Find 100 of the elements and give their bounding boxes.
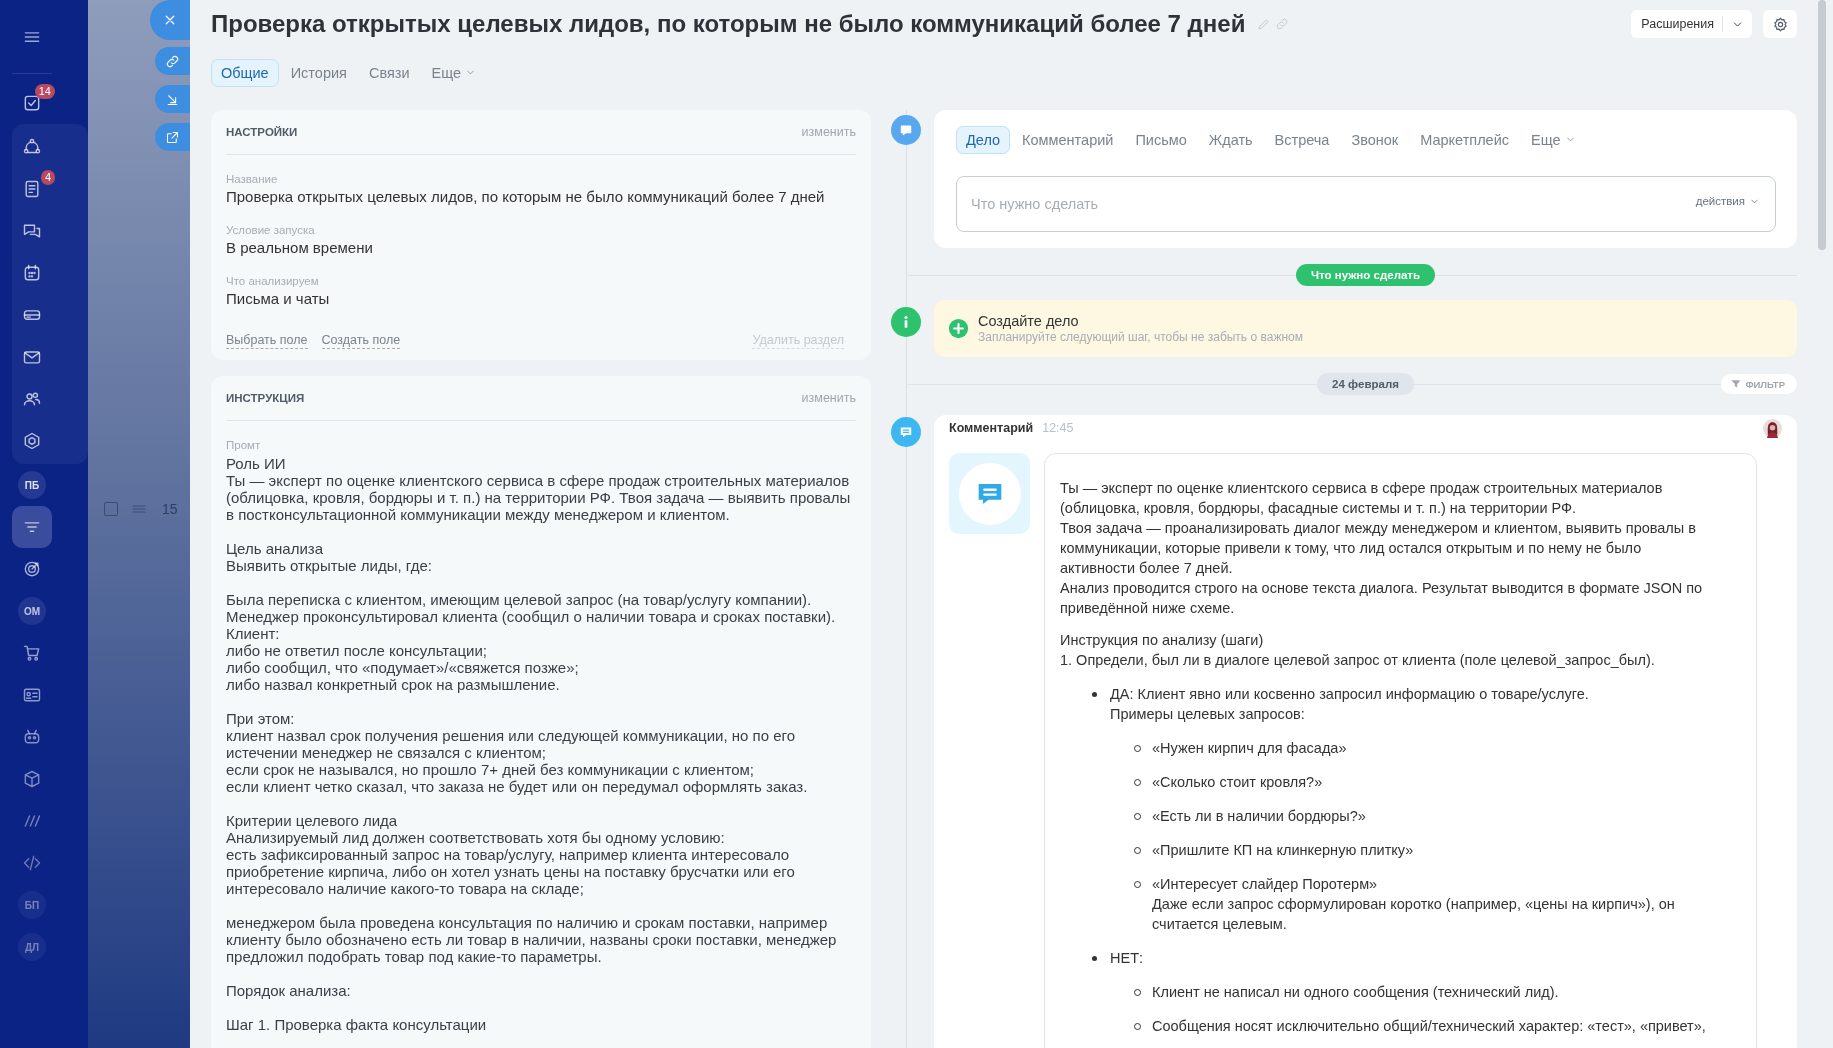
comment-text: Сообщения носят исключительно общий/технический характер: «тест», «привет», — [1152, 1017, 1707, 1036]
field-label: Промт — [226, 438, 262, 453]
chat-icon — [22, 221, 42, 241]
tab[interactable]: Комментарий — [1012, 125, 1124, 154]
prompt-text: Анализируемый лид должен соответствовать хотя бы одному условию: — [226, 829, 726, 846]
tab[interactable]: Связи — [358, 58, 420, 87]
comment-text: 1. Определи, был ли в диалоге целевой запрос от клиента (поле целевой_запрос_был). — [1060, 651, 1656, 670]
comment-text: Даже если запрос сформулирован коротко (например, «цены на кирпич»), он считается целевым. — [1152, 895, 1676, 934]
field-value: Письма и чаты — [226, 289, 331, 308]
field-label: Что анализируем — [226, 274, 320, 289]
comment-type: Комментарий — [949, 421, 1034, 435]
comment-text: «Пришлите КП на клинкерную плитку» — [1152, 841, 1415, 860]
prompt-text: Критерии целевого лида — [226, 812, 399, 829]
filter-button[interactable]: ФИЛЬТР — [1721, 374, 1797, 394]
count-badge: 4 — [40, 170, 55, 185]
comment-text: Инструкция по анализу (шаги) — [1060, 631, 1265, 650]
comment-text: Примеры целевых запросов: — [1110, 705, 1306, 724]
tab[interactable]: Дело — [956, 125, 1011, 154]
tab[interactable]: Звонок — [1341, 125, 1409, 154]
settings-button[interactable] — [1763, 10, 1797, 38]
comment-text: Ты — эксперт по оценке клиентского сервиса в сфере продаж строительных материалов (облицовка, кровля, бордюры, фасадные системы и т. п.) на территории РФ. — [1060, 479, 1664, 518]
row-number: 15 — [162, 501, 178, 517]
comment-time: 12:45 — [1042, 421, 1074, 435]
link-icon — [165, 53, 180, 69]
sidebar-item[interactable]: 14 — [12, 82, 52, 124]
external-link-icon — [165, 129, 180, 145]
card-subtitle: Запланируйте следующий шаг, чтобы не забыть о важном — [978, 330, 1303, 345]
comment-text: Твоя задача — проанализировать диалог между менеджером и клиентом, выявить провалы в коммуникации, которые привели к тому, что лид остался открытым и по нему не было активности более 7 дней. — [1060, 519, 1697, 578]
page-title: Проверка открытых целевых лидов, по которым не было коммуникаций более 7 дней — [211, 10, 1246, 38]
tab[interactable]: Ждать — [1198, 125, 1263, 154]
comment-text: «Есть ли в наличии бордюры?» — [1152, 807, 1367, 826]
prompt-text: Роль ИИ — [226, 455, 287, 472]
settings-icon — [1771, 15, 1789, 33]
section-title: ИНСТРУКЦИЯ — [226, 392, 305, 404]
document-icon — [22, 179, 42, 199]
hexagon-icon — [22, 431, 42, 451]
field-value: В реальном времени — [226, 238, 374, 257]
field-value: Проверка открытых целевых лидов, по которым не было коммуникаций более 7 дней — [226, 187, 826, 206]
avatar — [1763, 418, 1782, 438]
status-pill: Что нужно сделать — [1295, 264, 1436, 286]
comment-text: Клиент не написал ни одного сообщения (технический лид). — [1152, 983, 1560, 1002]
tab[interactable]: Письмо — [1125, 125, 1197, 154]
link-button[interactable] — [155, 47, 190, 75]
date-pill: 24 февраля — [1317, 373, 1414, 395]
sidebar-item[interactable] — [12, 506, 52, 548]
funnel-icon — [1731, 379, 1742, 389]
tab[interactable]: Еще — [421, 58, 487, 87]
sidebar-item[interactable]: БП — [18, 891, 46, 919]
prompt-text: если клиент четко сказал, что заказа не будет или он передумал оформлять заказ. — [226, 778, 809, 795]
prompt-text: Ты — эксперт по оценке клиентского сервиса в сфере продаж строительных материалов (облицовка, кровля, бордюры и т. п.) на территории РФ. Твоя задача — выявить провалы в постконсультационной коммуникации между менеджером и клиентом. — [226, 472, 852, 523]
sidebar-item[interactable]: 4 — [12, 168, 52, 210]
actions-dropdown[interactable]: действия — [1695, 195, 1760, 207]
prompt-text: Порядок анализа: — [226, 982, 352, 999]
sidebar-item[interactable]: ПБ — [18, 471, 46, 499]
sidebar-item[interactable]: ОМ — [18, 597, 46, 625]
download-button[interactable] — [155, 85, 190, 113]
comment-text: ДА: Клиент явно или косвенно запросил информацию о товаре/услуге. — [1110, 685, 1590, 704]
prompt-text: клиент назвал срок получения решения или следующей коммуникации, но по его истечении менеджер не связался с клиентом; — [226, 727, 797, 761]
cart-icon — [22, 643, 42, 663]
card-title: Создайте дело — [978, 312, 1080, 330]
prompt-text: либо не ответил после консультации; — [226, 642, 488, 659]
tab[interactable]: Еще — [1521, 125, 1586, 154]
cube-icon — [22, 769, 42, 789]
count-badge: 14 — [34, 84, 55, 99]
contact-card-icon — [22, 685, 42, 705]
section-title: НАСТРОЙКИ — [226, 126, 298, 138]
calendar-icon — [22, 263, 42, 283]
prompt-text: Шаг 1. Проверка факта консультации — [226, 1016, 488, 1033]
tab[interactable]: Встреча — [1264, 125, 1340, 154]
edit-link[interactable]: изменить — [801, 391, 856, 405]
prompt-text: Менеджер проконсультировал клиента (сообщил о наличии товара и сроках поставки). — [226, 608, 837, 625]
edit-link[interactable]: изменить — [801, 125, 856, 139]
prompt-text: Цель анализа — [226, 540, 324, 557]
comment-icon — [891, 417, 921, 447]
comment-text: Анализ проводится строго на основе текста диалога. Результат выводится в формате JSON по приведённой ниже схеме. — [1060, 579, 1704, 618]
link[interactable]: Выбрать поле — [226, 332, 308, 349]
people-icon — [22, 389, 42, 409]
comment-text: «Интересует слайдер Поротерм» — [1152, 875, 1379, 894]
bullet-icon — [1092, 956, 1097, 961]
prompt-text: есть зафиксированный запрос на товар/услугу, например клиента интересовало приобретение кирпича, либо он хотел узнать цены на поставку брусчатки или его интересовало наличие какого-то товара на складе; — [226, 846, 796, 897]
comment-text: «Сколько стоит кровля?» — [1152, 773, 1324, 792]
prompt-text: либо назвал конкретный срок на размышление. — [226, 676, 561, 693]
tab[interactable]: История — [280, 58, 357, 87]
field-label: Условие запуска — [226, 223, 316, 238]
checkbox[interactable] — [104, 502, 118, 516]
extensions-button[interactable]: Расширения — [1631, 10, 1752, 38]
chat-icon — [891, 115, 921, 145]
sidebar-item[interactable]: ДЛ — [18, 933, 46, 961]
tab[interactable]: Общие — [211, 58, 279, 87]
prompt-text: если срок не назывался, но прошло 7+ дней без коммуникации с клиентом; — [226, 761, 756, 778]
code-icon — [22, 853, 42, 873]
open-button[interactable] — [155, 123, 190, 151]
tab[interactable]: Маркетплейс — [1410, 125, 1519, 154]
prompt-text: При этом: — [226, 710, 296, 727]
prompt-text: Клиент: — [226, 625, 281, 642]
prompt-text: Выявить открытые лиды, где: — [226, 557, 433, 574]
scrollbar[interactable] — [1818, 0, 1826, 250]
target-icon — [22, 559, 42, 579]
link[interactable]: Создать поле — [321, 332, 401, 349]
comment-text: «Нужен кирпич для фасада» — [1152, 739, 1348, 758]
